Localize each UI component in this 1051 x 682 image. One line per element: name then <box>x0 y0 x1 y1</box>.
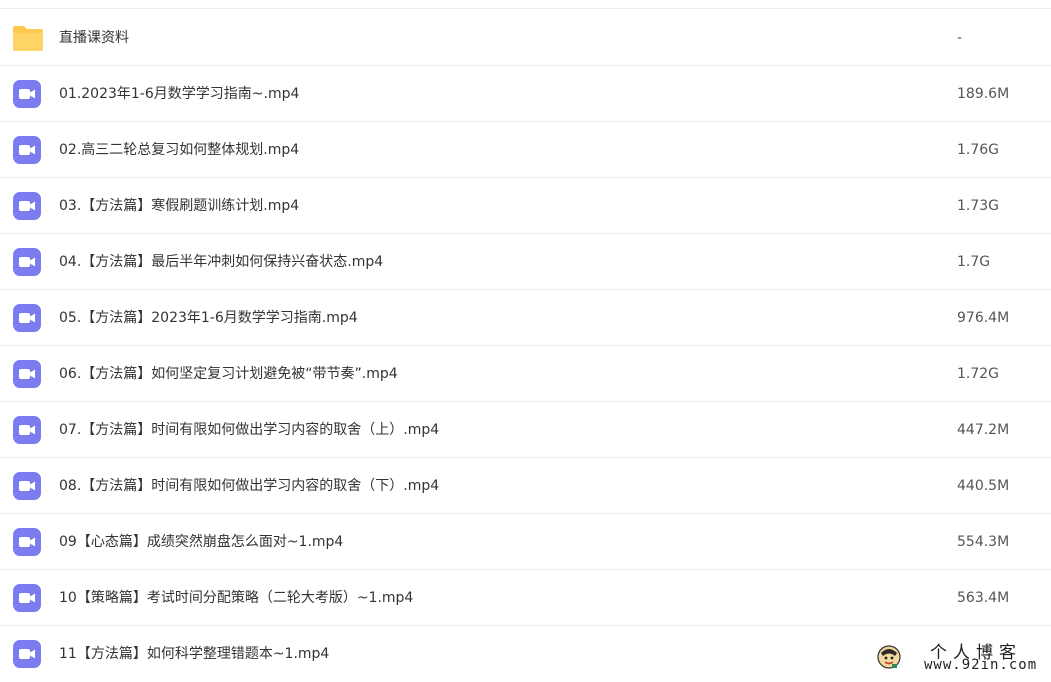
list-item-video[interactable]: 04.【方法篇】最后半年冲刺如何保持兴奋状态.mp4 1.7G <box>0 234 1051 290</box>
file-size: 1.73G <box>957 198 1000 214</box>
list-item-video[interactable]: 10【策略篇】考试时间分配策略（二轮大考版）~1.mp4 563.4M <box>0 570 1051 626</box>
file-name[interactable]: 01.2023年1-6月数学学习指南~.mp4 <box>59 66 299 122</box>
list-item-video[interactable]: 06.【方法篇】如何坚定复习计划避免被“带节奏”.mp4 1.72G <box>0 346 1051 402</box>
video-file-icon <box>12 415 42 445</box>
file-size: 189.6M <box>957 86 1010 102</box>
file-name[interactable]: 05.【方法篇】2023年1-6月数学学习指南.mp4 <box>59 290 358 346</box>
watermark: 个人博客 www.92in.com <box>874 638 1038 676</box>
file-size: 1.7G <box>957 254 991 270</box>
video-file-icon <box>12 471 42 501</box>
watermark-url: www.92in.com <box>924 657 1038 673</box>
list-item-video[interactable]: 05.【方法篇】2023年1-6月数学学习指南.mp4 976.4M <box>0 290 1051 346</box>
file-size: - <box>957 30 963 46</box>
video-file-icon <box>12 527 42 557</box>
list-item-video[interactable]: 01.2023年1-6月数学学习指南~.mp4 189.6M <box>0 66 1051 122</box>
list-item-folder[interactable]: 直播课资料 - <box>0 10 1051 66</box>
list-item-video[interactable]: 09【心态篇】成绩突然崩盘怎么面对~1.mp4 554.3M <box>0 514 1051 570</box>
file-name[interactable]: 10【策略篇】考试时间分配策略（二轮大考版）~1.mp4 <box>59 570 413 626</box>
list-top-divider <box>0 8 1051 9</box>
video-file-icon <box>12 191 42 221</box>
video-file-icon <box>12 583 42 613</box>
watermark-logo-icon <box>876 644 902 670</box>
file-size: 440.5M <box>957 478 1010 494</box>
file-name[interactable]: 03.【方法篇】寒假刷题训练计划.mp4 <box>59 178 299 234</box>
file-name[interactable]: 直播课资料 <box>59 10 129 66</box>
file-size: 976.4M <box>957 310 1010 326</box>
video-file-icon <box>12 639 42 669</box>
file-name[interactable]: 09【心态篇】成绩突然崩盘怎么面对~1.mp4 <box>59 514 343 570</box>
folder-icon <box>12 23 43 53</box>
video-file-icon <box>12 359 42 389</box>
file-name[interactable]: 06.【方法篇】如何坚定复习计划避免被“带节奏”.mp4 <box>59 346 398 402</box>
video-file-icon <box>12 79 42 109</box>
file-name[interactable]: 07.【方法篇】时间有限如何做出学习内容的取舍（上）.mp4 <box>59 402 439 458</box>
file-name[interactable]: 04.【方法篇】最后半年冲刺如何保持兴奋状态.mp4 <box>59 234 383 290</box>
file-list: 直播课资料 - 01.2023年1-6月数学学习指南~.mp4 189.6M 0… <box>0 0 1051 680</box>
video-file-icon <box>12 303 42 333</box>
file-name[interactable]: 02.高三二轮总复习如何整体规划.mp4 <box>59 122 299 178</box>
file-size: 1.72G <box>957 366 1000 382</box>
file-size: 447.2M <box>957 422 1010 438</box>
list-item-video[interactable]: 03.【方法篇】寒假刷题训练计划.mp4 1.73G <box>0 178 1051 234</box>
video-file-icon <box>12 247 42 277</box>
file-name[interactable]: 11【方法篇】如何科学整理错题本~1.mp4 <box>59 626 329 682</box>
file-size: 554.3M <box>957 534 1010 550</box>
file-size: 563.4M <box>957 590 1010 606</box>
file-size: 1.76G <box>957 142 1000 158</box>
file-name[interactable]: 08.【方法篇】时间有限如何做出学习内容的取舍（下）.mp4 <box>59 458 439 514</box>
list-item-video[interactable]: 08.【方法篇】时间有限如何做出学习内容的取舍（下）.mp4 440.5M <box>0 458 1051 514</box>
video-file-icon <box>12 135 42 165</box>
list-item-video[interactable]: 07.【方法篇】时间有限如何做出学习内容的取舍（上）.mp4 447.2M <box>0 402 1051 458</box>
list-item-video[interactable]: 02.高三二轮总复习如何整体规划.mp4 1.76G <box>0 122 1051 178</box>
